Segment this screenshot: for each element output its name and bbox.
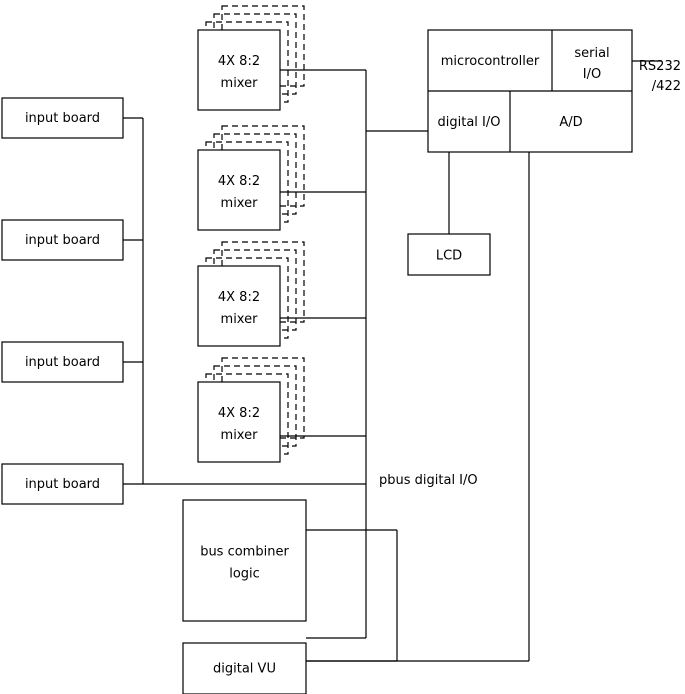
mixer-label-line1: 4X 8:2 xyxy=(218,290,260,305)
controller-cell-label-1: microcontroller xyxy=(441,54,540,69)
input-board-label: input board xyxy=(25,233,100,248)
digital-vu-label: digital VU xyxy=(213,662,276,677)
mixer-label-line1: 4X 8:2 xyxy=(218,54,260,69)
mixer-2: 4X 8:2 mixer xyxy=(197,125,305,231)
input-board-label: input board xyxy=(25,355,100,370)
mixer-label-line2: mixer xyxy=(221,196,259,211)
mixer-label-line1: 4X 8:2 xyxy=(218,406,260,421)
mixer-label-line2: mixer xyxy=(221,428,259,443)
mixer-box xyxy=(197,149,281,231)
pbus-label: pbus digital I/O xyxy=(379,473,478,488)
input-board-3: input board xyxy=(1,341,124,383)
input-board-label: input board xyxy=(25,477,100,492)
input-board-label: input board xyxy=(25,111,100,126)
input-board-2: input board xyxy=(1,219,124,261)
controller-cell-label-4: A/D xyxy=(559,115,582,130)
blocks-layer: bus combiner logic digital VU LCD microcontr… xyxy=(182,29,633,694)
lcd-block: LCD xyxy=(407,233,491,276)
controller-block: microcontroller serial I/O digital I/O A/D xyxy=(427,29,633,153)
mixer-3: 4X 8:2 mixer xyxy=(197,241,305,347)
digital-vu: digital VU xyxy=(182,642,307,694)
bus-combiner-label-line1: bus combiner xyxy=(200,545,289,560)
input-board-4: input board xyxy=(1,463,124,505)
bus-combiner-label-line2: logic xyxy=(229,567,260,582)
mixer-label-line2: mixer xyxy=(221,312,259,327)
mixer-label-line2: mixer xyxy=(221,76,259,91)
input-boards-layer: input board input board input board input b… xyxy=(1,97,124,505)
controller-cell-label-2-line1: serial xyxy=(574,46,609,61)
rs232-label-line1: RS232 xyxy=(639,59,681,74)
mixer-1: 4X 8:2 mixer xyxy=(197,5,305,111)
mixer-box xyxy=(197,29,281,111)
diagram-svg: 4X 8:2 mixer 4X 8:2 mixer 4X 8:2 mixer 4X 8:2 m… xyxy=(1,5,681,694)
controller-cell-label-3: digital I/O xyxy=(438,115,501,130)
bus-combiner-box xyxy=(182,499,307,622)
bus-combiner-logic: bus combiner logic xyxy=(182,499,307,622)
mixer-4: 4X 8:2 mixer xyxy=(197,357,305,463)
mixers-layer: 4X 8:2 mixer 4X 8:2 mixer 4X 8:2 mixer 4X 8:2 m… xyxy=(197,5,305,463)
input-board-1: input board xyxy=(1,97,124,139)
mixer-box xyxy=(197,381,281,463)
block-diagram-canvas: 4X 8:2 mixer 4X 8:2 mixer 4X 8:2 mixer 4X 8:2 m… xyxy=(0,0,685,694)
mixer-label-line1: 4X 8:2 xyxy=(218,174,260,189)
mixer-box xyxy=(197,265,281,347)
rs232-label-line2: /422 xyxy=(652,79,681,94)
lcd-label: LCD xyxy=(436,249,462,264)
controller-cell-label-2-line2: I/O xyxy=(583,67,601,82)
